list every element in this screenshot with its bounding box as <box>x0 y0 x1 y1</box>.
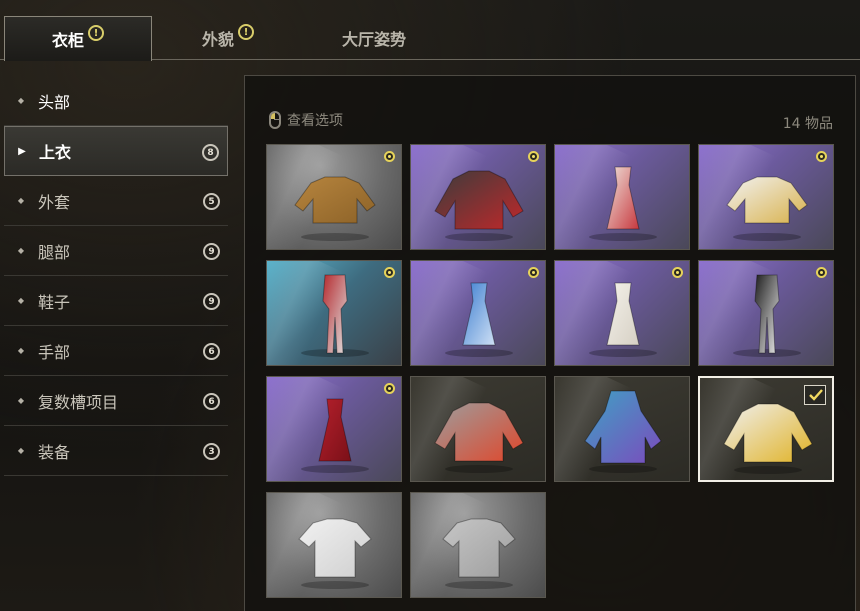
sidebar-item-label: 头部 <box>38 92 71 112</box>
alert-icon: ! <box>88 25 104 41</box>
count-badge: 6 <box>203 393 220 410</box>
new-item-indicator-icon <box>384 383 395 394</box>
mouse-icon <box>269 111 281 129</box>
tab-wardrobe[interactable]: 衣柜 ! <box>4 16 152 61</box>
item-image <box>434 170 524 241</box>
alert-icon: ! <box>238 24 254 40</box>
sidebar-item-label: 外套 <box>38 192 71 212</box>
diamond-bullet-icon: ◆ <box>17 346 25 355</box>
sidebar-item-legs[interactable]: ◆ 腿部 9 <box>4 226 228 276</box>
item-card-polka-dot-dress[interactable] <box>554 144 690 250</box>
arrow-right-icon: ▶ <box>18 145 26 157</box>
tab-lobby-pose[interactable]: 大厅姿势 <box>300 16 448 60</box>
diamond-bullet-icon: ◆ <box>17 196 25 205</box>
diamond-bullet-icon: ◆ <box>17 246 25 255</box>
item-image <box>589 282 657 357</box>
item-image <box>442 518 516 589</box>
new-item-indicator-icon <box>816 151 827 162</box>
diamond-bullet-icon: ◆ <box>17 296 25 305</box>
new-item-indicator-icon <box>384 267 395 278</box>
tab-label: 外貌 <box>201 30 234 49</box>
sidebar-item-multi-slot[interactable]: ◆ 复数槽项目 6 <box>4 376 228 426</box>
equipped-check-icon <box>804 385 826 405</box>
item-card-white-lace-dress[interactable] <box>554 260 690 366</box>
diamond-bullet-icon: ◆ <box>17 96 25 105</box>
sidebar-item-label: 腿部 <box>38 242 71 262</box>
diamond-bullet-icon: ◆ <box>17 446 25 455</box>
tab-label: 大厅姿势 <box>341 30 406 49</box>
item-card-racing-jacket[interactable] <box>410 144 546 250</box>
item-card-black-white-leotard[interactable] <box>698 260 834 366</box>
count-badge: 9 <box>203 243 220 260</box>
item-image <box>301 398 369 473</box>
new-item-indicator-icon <box>672 267 683 278</box>
item-image <box>294 176 376 241</box>
count-badge: 8 <box>202 144 219 161</box>
top-tab-bar: 衣柜 ! 外貌 ! 大厅姿势 <box>0 0 860 61</box>
item-card-blue-purple-hoodie[interactable] <box>554 376 690 482</box>
item-card-grey-tshirt[interactable] <box>410 492 546 598</box>
item-image <box>298 518 372 589</box>
new-item-indicator-icon <box>816 267 827 278</box>
sidebar-item-outerwear[interactable]: ◆ 外套 5 <box>4 176 228 226</box>
item-count: 14 物品 <box>782 116 833 132</box>
tab-appearance[interactable]: 外貌 ! <box>154 16 302 60</box>
new-item-indicator-icon <box>528 267 539 278</box>
item-image <box>726 176 808 241</box>
item-card-mustard-sweater[interactable] <box>266 144 402 250</box>
category-sidebar: ◆ 头部 ▶ 上衣 8 ◆ 外套 5 ◆ 腿部 9 ◆ 鞋子 9 ◆ 手部 6 … <box>4 76 228 476</box>
view-options-button[interactable]: 查看选项 <box>269 110 343 130</box>
sidebar-item-hands[interactable]: ◆ 手部 6 <box>4 326 228 376</box>
item-card-red-sequin-dress[interactable] <box>266 376 402 482</box>
sidebar-item-label: 装备 <box>38 442 71 462</box>
item-card-blue-dress[interactable] <box>410 260 546 366</box>
view-options-label: 查看选项 <box>287 113 343 129</box>
sidebar-item-tops[interactable]: ▶ 上衣 8 <box>4 126 228 176</box>
item-card-white-tshirt[interactable] <box>266 492 402 598</box>
sidebar-item-shoes[interactable]: ◆ 鞋子 9 <box>4 276 228 326</box>
item-image <box>445 282 513 357</box>
new-item-indicator-icon <box>528 151 539 162</box>
item-image <box>301 274 369 357</box>
item-image <box>584 390 662 473</box>
new-item-indicator-icon <box>384 151 395 162</box>
sidebar-item-equipment[interactable]: ◆ 装备 3 <box>4 426 228 476</box>
item-image <box>434 402 524 473</box>
item-card-striped-sweatshirt[interactable] <box>698 144 834 250</box>
tab-label: 衣柜 <box>51 31 84 50</box>
sidebar-item-label: 复数槽项目 <box>38 392 119 412</box>
item-card-grey-orange-jacket[interactable] <box>410 376 546 482</box>
count-badge: 5 <box>203 193 220 210</box>
item-card-yellow-white-jacket[interactable] <box>698 376 834 482</box>
sidebar-item-label: 鞋子 <box>38 292 71 312</box>
sidebar-item-label: 上衣 <box>39 143 72 162</box>
sidebar-item-label: 手部 <box>38 342 71 362</box>
item-card-red-bodysuit[interactable] <box>266 260 402 366</box>
item-image <box>733 274 801 357</box>
sidebar-item-head[interactable]: ◆ 头部 <box>4 76 228 126</box>
diamond-bullet-icon: ◆ <box>17 396 25 405</box>
count-badge: 3 <box>203 443 220 460</box>
count-badge: 6 <box>203 343 220 360</box>
count-badge: 9 <box>203 293 220 310</box>
item-image <box>589 166 657 241</box>
